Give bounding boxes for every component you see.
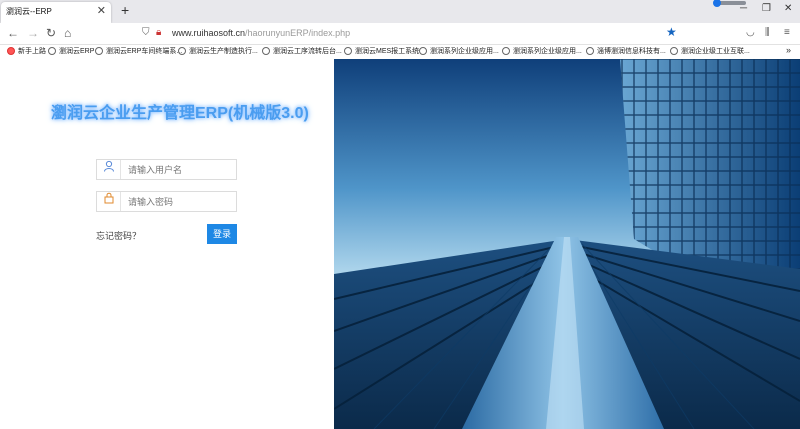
shield-icon[interactable]: ⛉	[142, 27, 150, 38]
globe-icon	[344, 47, 352, 55]
bookmark-item[interactable]: 瀏润云MES报工系统	[344, 46, 419, 56]
menu-icon[interactable]: ≡	[784, 27, 790, 38]
tab-strip: 瀏润云--ERP ✕ + ─ ❐ ✕	[0, 0, 800, 23]
bookmarks-toolbar: 新手上路 瀏润云ERP 瀏润云ERP车间终端系... 瀏润云生产制造执行... …	[0, 45, 800, 59]
bookmark-item[interactable]: 瀏润云工序流转后台...	[262, 46, 342, 56]
password-input[interactable]	[128, 195, 233, 208]
insecure-lock-icon[interactable]: 🔒︎	[156, 27, 161, 38]
address-bar[interactable]: ⛉ 🔒︎ www.ruihaosoft.cn/haorunyunERP/inde…	[135, 25, 685, 43]
bookmark-item[interactable]: 瀏润系列企业级应用...	[419, 46, 499, 56]
reload-icon[interactable]: ↻	[46, 26, 56, 40]
bookmark-item[interactable]: 新手上路	[7, 46, 46, 56]
close-tab-icon[interactable]: ✕	[97, 4, 106, 17]
forgot-password-link[interactable]: 忘记密码？	[96, 229, 141, 242]
home-icon[interactable]: ⌂	[64, 26, 71, 40]
username-field[interactable]	[96, 159, 237, 180]
page-title: 瀏润云企业生产管理ERP(机械版3.0)	[51, 105, 309, 122]
username-input[interactable]	[128, 163, 233, 176]
bookmark-item[interactable]: 瀏润云生产制造执行...	[178, 46, 258, 56]
url-text[interactable]: www.ruihaosoft.cn/haorunyunERP/index.php	[172, 28, 350, 38]
globe-icon	[586, 47, 594, 55]
globe-icon	[670, 47, 678, 55]
more-bookmarks-icon[interactable]: »	[786, 45, 791, 55]
tab-title: 瀏润云--ERP	[6, 7, 52, 16]
login-button[interactable]: 登录	[207, 224, 237, 244]
library-icon[interactable]: ⫼	[765, 27, 770, 38]
bookmark-item[interactable]: 瀏润云ERP	[48, 46, 94, 56]
restore-icon[interactable]: ❐	[762, 3, 771, 14]
bookmark-item[interactable]: 淄博瀏润信息科技有...	[586, 46, 666, 56]
lock-icon	[97, 192, 121, 211]
globe-icon	[48, 47, 56, 55]
login-panel: 瀏润云企业生产管理ERP(机械版3.0) 忘记密码？ 登录	[0, 59, 334, 429]
globe-icon	[178, 47, 186, 55]
url-host: www.ruihaosoft.cn	[172, 28, 246, 38]
globe-icon	[502, 47, 510, 55]
globe-icon	[95, 47, 103, 55]
url-path: /haorunyunERP/index.php	[245, 28, 351, 38]
back-icon[interactable]: ←	[7, 26, 19, 40]
firefox-icon	[7, 47, 15, 55]
globe-icon	[419, 47, 427, 55]
bookmark-item[interactable]: 瀏润系列企业级应用...	[502, 46, 582, 56]
bookmark-item[interactable]: 瀏润企业级工业互联...	[670, 46, 750, 56]
browser-tab[interactable]: 瀏润云--ERP ✕	[1, 2, 111, 23]
user-icon	[97, 160, 121, 179]
bookmark-star-icon[interactable]: ★	[666, 25, 677, 39]
minimize-icon[interactable]: ─	[740, 3, 747, 14]
close-window-icon[interactable]: ✕	[784, 3, 792, 14]
new-tab-icon[interactable]: +	[121, 2, 129, 18]
pocket-icon[interactable]: ◡	[746, 27, 755, 38]
navigation-bar: ← → ↻ ⌂ ⛉ 🔒︎ www.ruihaosoft.cn/haorunyun…	[0, 23, 800, 45]
hero-image	[334, 59, 800, 429]
password-field[interactable]	[96, 191, 237, 212]
bookmark-item[interactable]: 瀏润云ERP车间终端系...	[95, 46, 182, 56]
forward-icon[interactable]: →	[27, 26, 39, 40]
globe-icon	[262, 47, 270, 55]
